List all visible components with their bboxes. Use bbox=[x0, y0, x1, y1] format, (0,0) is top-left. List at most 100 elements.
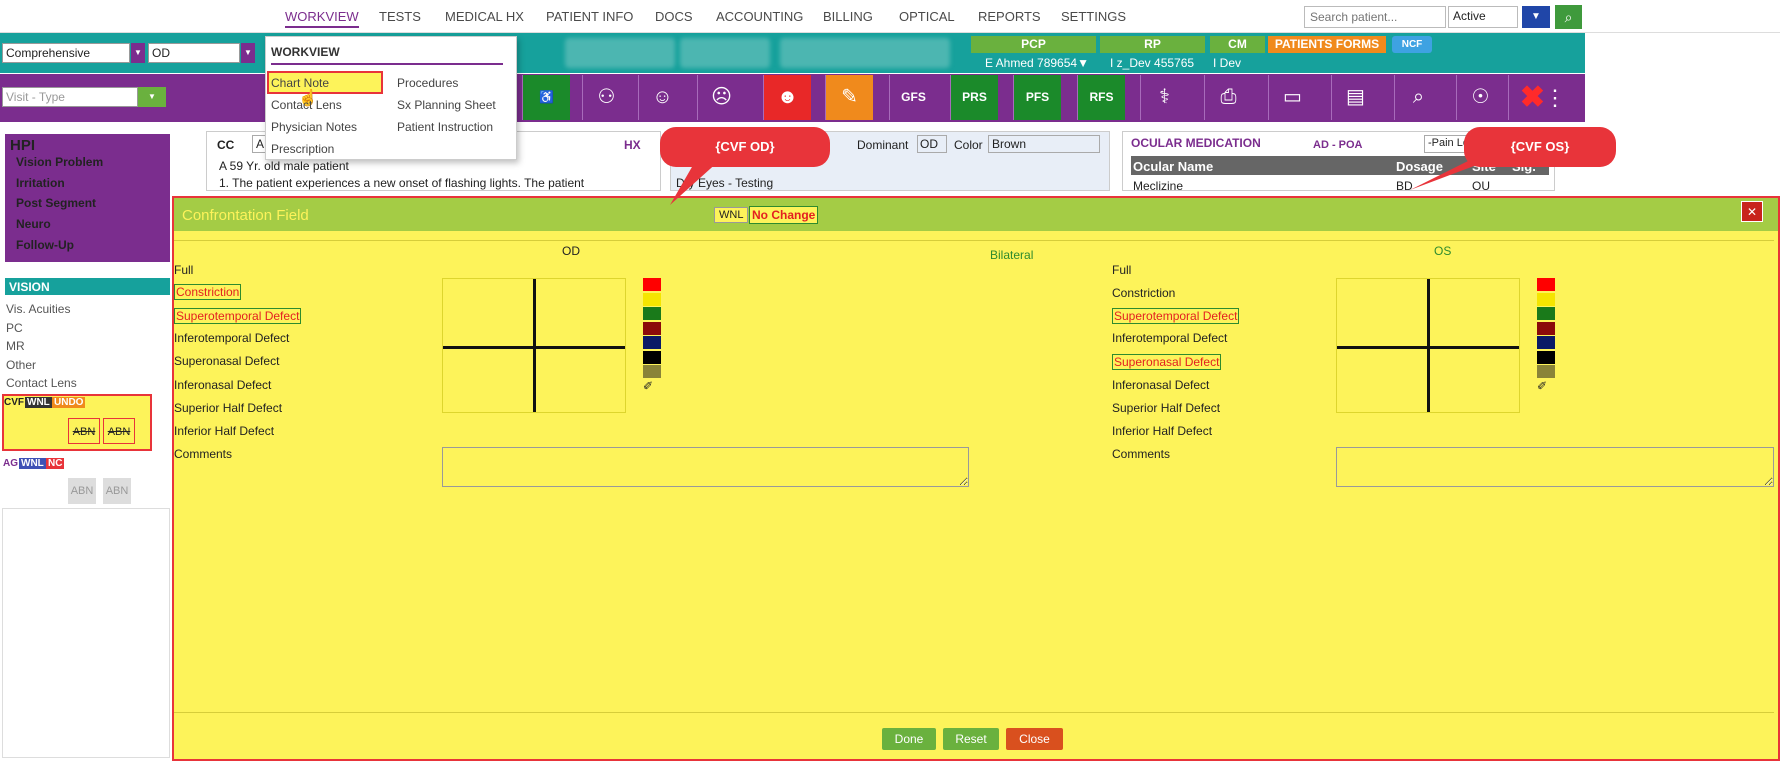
color-swatch[interactable] bbox=[1537, 292, 1555, 306]
patients-forms-button[interactable]: PATIENTS FORMS bbox=[1268, 36, 1386, 53]
od-constriction[interactable]: Constriction bbox=[174, 284, 242, 300]
consult-icon[interactable]: ☺ bbox=[638, 75, 686, 120]
nav-reports[interactable]: REPORTS bbox=[978, 9, 1041, 24]
color-swatch[interactable] bbox=[1537, 307, 1555, 320]
close-button[interactable]: Close bbox=[1006, 728, 1063, 750]
od-inferior-half-defect[interactable]: Inferior Half Defect bbox=[174, 424, 274, 438]
ag-os-abn[interactable]: ABN bbox=[103, 478, 131, 504]
vision-item-contact-lens[interactable]: Contact Lens bbox=[6, 376, 77, 390]
cvf-od-abn[interactable]: ABN bbox=[68, 418, 100, 444]
color-swatch[interactable] bbox=[643, 278, 661, 291]
exam-type-select[interactable]: Comprehensive bbox=[2, 43, 130, 63]
os-superior-half-defect[interactable]: Superior Half Defect bbox=[1112, 401, 1220, 415]
od-superotemporal-defect[interactable]: Superotemporal Defect bbox=[174, 308, 302, 324]
menu-item-contact-lens[interactable]: Contact Lens bbox=[271, 98, 342, 112]
cvf-undo-button[interactable]: UNDO bbox=[52, 397, 86, 408]
cvf-os-abn[interactable]: ABN bbox=[103, 418, 135, 444]
hpi-item-vision-problem[interactable]: Vision Problem bbox=[16, 155, 103, 169]
pcp-value[interactable]: E Ahmed 789654▼ bbox=[985, 56, 1089, 70]
od-inferotemporal-defect[interactable]: Inferotemporal Defect bbox=[174, 331, 289, 345]
nav-optical[interactable]: OPTICAL bbox=[899, 9, 955, 24]
ag-wnl-button[interactable]: WNL bbox=[19, 458, 46, 469]
close-icon[interactable]: ✕ bbox=[1741, 201, 1763, 222]
menu-item-patient-instruction[interactable]: Patient Instruction bbox=[397, 120, 493, 134]
menu-item-physician-notes[interactable]: Physician Notes bbox=[271, 120, 357, 134]
head-icon[interactable]: ☹ bbox=[697, 75, 745, 120]
patient-search-input[interactable] bbox=[1304, 6, 1446, 28]
ag-od-abn[interactable]: ABN bbox=[68, 478, 96, 504]
document-icon[interactable]: ▤ bbox=[1331, 75, 1379, 120]
nav-patient-info[interactable]: PATIENT INFO bbox=[546, 9, 633, 24]
os-full[interactable]: Full bbox=[1112, 263, 1131, 277]
hpi-item-neuro[interactable]: Neuro bbox=[16, 217, 51, 231]
os-inferior-half-defect[interactable]: Inferior Half Defect bbox=[1112, 424, 1212, 438]
color-swatch[interactable] bbox=[1537, 321, 1555, 335]
staff-icon[interactable]: ⚕ bbox=[1140, 75, 1188, 120]
nav-medical-hx[interactable]: MEDICAL HX bbox=[445, 9, 524, 24]
reset-button[interactable]: Reset bbox=[943, 728, 999, 750]
pen-icon[interactable]: ✎ bbox=[825, 75, 873, 120]
os-superonasal-defect[interactable]: Superonasal Defect bbox=[1112, 354, 1222, 370]
menu-item-procedures[interactable]: Procedures bbox=[397, 76, 458, 90]
color-swatch[interactable] bbox=[1537, 365, 1555, 378]
color-swatch[interactable] bbox=[643, 350, 661, 364]
os-visual-field-grid[interactable] bbox=[1336, 278, 1520, 413]
dominant-select[interactable]: OD bbox=[917, 135, 947, 153]
chevron-down-icon[interactable]: ▼ bbox=[138, 87, 166, 107]
nav-settings[interactable]: SETTINGS bbox=[1061, 9, 1126, 24]
monitor-icon[interactable]: ▭ bbox=[1268, 75, 1316, 120]
hpi-item-follow-up[interactable]: Follow-Up bbox=[16, 238, 74, 252]
done-button[interactable]: Done bbox=[882, 728, 936, 750]
eye-color-input[interactable]: Brown bbox=[988, 135, 1100, 153]
od-full[interactable]: Full bbox=[174, 263, 193, 277]
color-swatch[interactable] bbox=[1537, 350, 1555, 364]
vision-item-acuities[interactable]: Vis. Acuities bbox=[6, 302, 70, 316]
search-icon[interactable]: ⌕ bbox=[1555, 5, 1582, 29]
color-swatch[interactable] bbox=[1537, 278, 1555, 291]
color-swatch[interactable] bbox=[643, 292, 661, 306]
chevron-down-icon[interactable]: ▼ bbox=[131, 43, 145, 63]
vision-item-mr[interactable]: MR bbox=[6, 339, 25, 353]
eye-exam-icon[interactable]: ⚇ bbox=[582, 75, 630, 120]
nav-docs[interactable]: DOCS bbox=[655, 9, 693, 24]
visit-type-select[interactable]: Visit - Type bbox=[2, 87, 138, 107]
eraser-icon[interactable]: ✐ bbox=[1537, 379, 1547, 393]
print-icon[interactable]: ⎙ bbox=[1204, 75, 1252, 120]
bilateral-label[interactable]: Bilateral bbox=[990, 248, 1033, 262]
nav-accounting[interactable]: ACCOUNTING bbox=[716, 9, 803, 24]
face-icon[interactable]: ☻ bbox=[763, 75, 811, 120]
color-swatch[interactable] bbox=[643, 321, 661, 335]
document-search-icon[interactable]: ⌕ bbox=[1394, 75, 1442, 120]
ncf-button[interactable]: NCF bbox=[1392, 36, 1432, 53]
color-swatch[interactable] bbox=[643, 307, 661, 320]
pfs-button[interactable]: PFS bbox=[1013, 75, 1061, 120]
os-constriction[interactable]: Constriction bbox=[1112, 286, 1175, 300]
patient-status-select[interactable]: Active bbox=[1448, 6, 1518, 28]
os-comments-input[interactable] bbox=[1336, 447, 1774, 487]
cvf-wnl-button[interactable]: WNL bbox=[25, 397, 52, 408]
color-swatch[interactable] bbox=[1537, 336, 1555, 349]
exam-toolbar-button[interactable]: ♿ bbox=[522, 75, 570, 120]
vision-item-other[interactable]: Other bbox=[6, 358, 36, 372]
more-options-icon[interactable]: ⋮ bbox=[1540, 75, 1570, 120]
color-swatch[interactable] bbox=[643, 365, 661, 378]
od-superior-half-defect[interactable]: Superior Half Defect bbox=[174, 401, 282, 415]
hpi-item-post-segment[interactable]: Post Segment bbox=[16, 196, 96, 210]
os-superotemporal-defect[interactable]: Superotemporal Defect bbox=[1112, 308, 1240, 324]
eye-select[interactable]: OD bbox=[148, 43, 240, 63]
od-inferonasal-defect[interactable]: Inferonasal Defect bbox=[174, 378, 271, 392]
nav-workview[interactable]: WORKVIEW bbox=[285, 9, 359, 28]
ag-nc-button[interactable]: NC bbox=[46, 458, 65, 469]
nav-tests[interactable]: TESTS bbox=[379, 9, 421, 24]
vision-header[interactable]: VISION bbox=[5, 278, 170, 295]
menu-item-sx-planning-sheet[interactable]: Sx Planning Sheet bbox=[397, 98, 496, 112]
vision-item-pc[interactable]: PC bbox=[6, 321, 23, 335]
chevron-down-icon[interactable]: ▼ bbox=[241, 43, 255, 63]
menu-item-prescription[interactable]: Prescription bbox=[271, 142, 334, 156]
color-swatch[interactable] bbox=[643, 336, 661, 349]
os-inferotemporal-defect[interactable]: Inferotemporal Defect bbox=[1112, 331, 1227, 345]
hpi-item-irritation[interactable]: Irritation bbox=[16, 176, 65, 190]
od-superonasal-defect[interactable]: Superonasal Defect bbox=[174, 354, 279, 368]
ad-poa-label[interactable]: AD - POA bbox=[1313, 139, 1363, 151]
os-inferonasal-defect[interactable]: Inferonasal Defect bbox=[1112, 378, 1209, 392]
